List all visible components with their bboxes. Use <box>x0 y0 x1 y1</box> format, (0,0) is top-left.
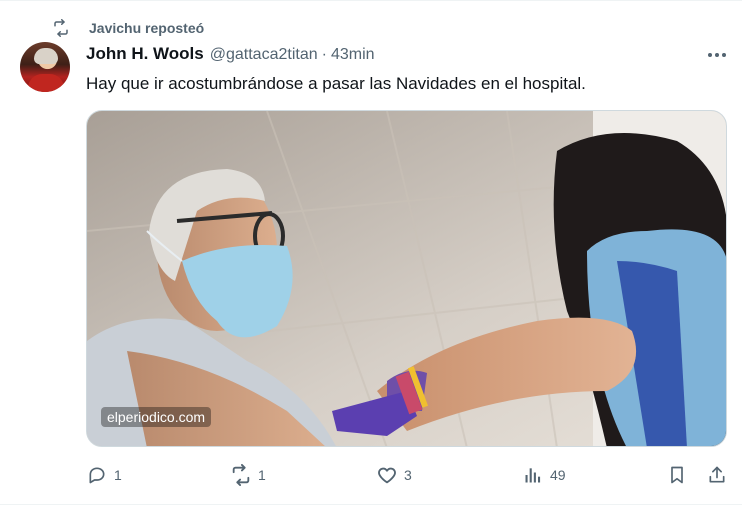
repost-context: Javichu reposteó <box>52 18 204 38</box>
repost-icon <box>52 19 70 37</box>
tweet-media[interactable]: elperiodico.com <box>86 110 727 447</box>
views-button[interactable]: 49 <box>522 462 566 488</box>
avatar[interactable] <box>20 42 70 92</box>
repost-icon <box>230 464 252 486</box>
views-count: 49 <box>550 467 566 483</box>
bookmark-button[interactable] <box>666 462 688 488</box>
like-count: 3 <box>404 467 412 483</box>
reply-button[interactable]: 1 <box>86 462 122 488</box>
more-icon[interactable] <box>704 44 730 66</box>
author-handle[interactable]: @gattaca2titan <box>210 46 318 64</box>
media-watermark: elperiodico.com <box>101 407 212 427</box>
reply-icon <box>86 464 108 486</box>
tweet-actions: 1 1 3 49 <box>86 462 730 488</box>
repost-button[interactable]: 1 <box>230 462 266 488</box>
top-divider <box>0 0 742 1</box>
tweet-time[interactable]: 43min <box>331 46 375 64</box>
tweet-header: John H. Wools @gattaca2titan · 43min <box>86 44 375 66</box>
like-icon <box>376 464 398 486</box>
author-name[interactable]: John H. Wools <box>86 44 204 64</box>
separator-dot: · <box>321 46 327 63</box>
like-button[interactable]: 3 <box>376 462 412 488</box>
tweet-text: Hay que ir acostumbrándose a pasar las N… <box>86 74 586 93</box>
bottom-divider <box>0 504 742 505</box>
media-photo <box>87 111 726 446</box>
repost-label[interactable]: Javichu reposteó <box>89 20 204 36</box>
share-icon <box>706 464 728 486</box>
views-icon <box>522 464 544 486</box>
repost-count: 1 <box>258 467 266 483</box>
reply-count: 1 <box>114 467 122 483</box>
avatar-coat <box>28 74 64 92</box>
share-button[interactable] <box>706 462 728 488</box>
bookmark-icon <box>666 464 688 486</box>
avatar-hair <box>34 48 58 64</box>
